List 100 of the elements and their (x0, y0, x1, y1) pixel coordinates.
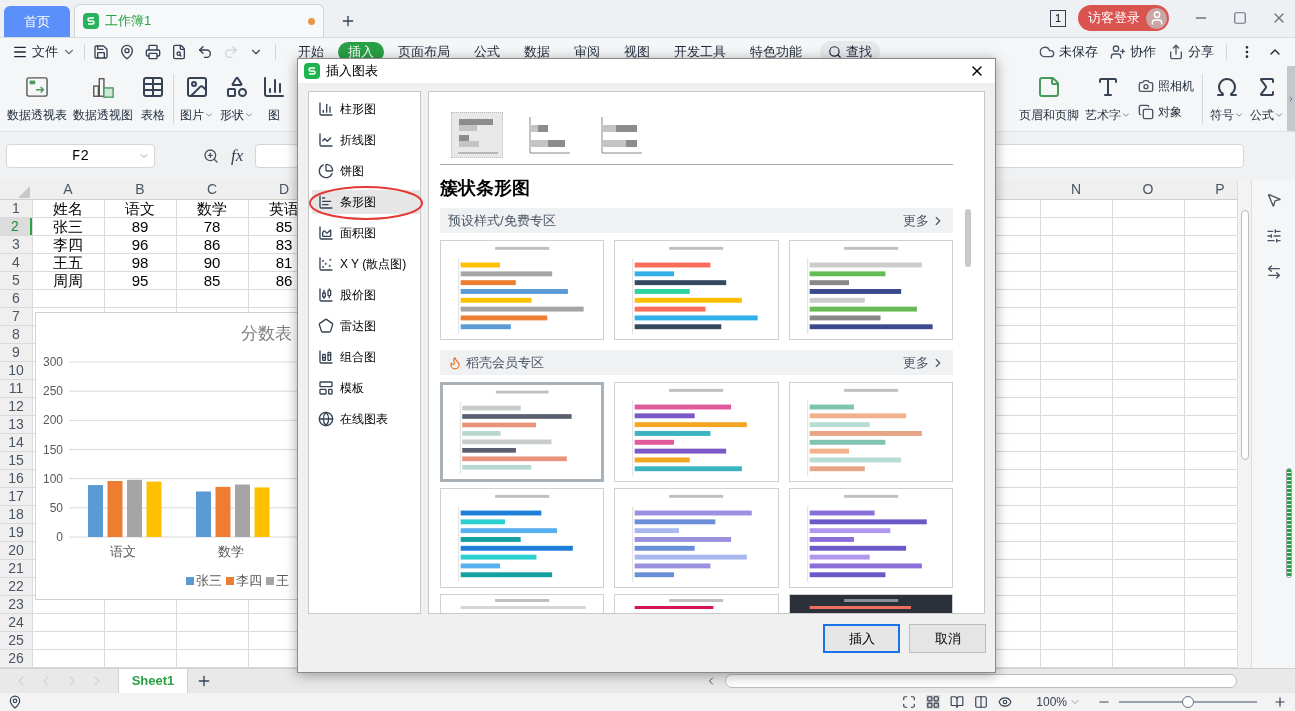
row-header[interactable]: 1 (0, 200, 32, 217)
toolbar-action[interactable]: 分享 (1168, 42, 1214, 62)
axis-tick-label: 50 (49, 500, 63, 515)
more-link[interactable]: 更多 (903, 352, 945, 373)
chart-type-item[interactable]: 折线图 (312, 128, 420, 152)
name-box[interactable]: F2 (6, 144, 155, 168)
row-header[interactable]: 8 (0, 326, 32, 343)
ribbon-tab[interactable]: 特色功能 (740, 42, 812, 62)
axis-tick-label: 150 (42, 442, 63, 457)
table-cell-text: 89 (130, 218, 150, 235)
ribbon-button[interactable]: 图片 (177, 73, 217, 124)
section-title: 预设样式/免费专区 (448, 211, 556, 230)
zoom-level[interactable]: 100% (1036, 693, 1081, 711)
ribbon-button[interactable]: 照相机 (1138, 76, 1194, 95)
ribbon-button[interactable]: 数据透视图 (70, 73, 136, 124)
section-title: 稻壳会员专区 (466, 353, 544, 372)
chart-type-item[interactable]: 条形图 (312, 190, 420, 214)
row-header[interactable]: 12 (0, 398, 32, 415)
toolbar-action[interactable]: 协作 (1110, 42, 1156, 62)
ribbon-button[interactable]: 数据透视表 (4, 73, 70, 124)
table-cell-text: 李四 (52, 236, 84, 253)
row-header[interactable]: 3 (0, 236, 32, 253)
row-header[interactable]: 17 (0, 488, 32, 505)
chart-type-item[interactable]: 柱形图 (312, 97, 420, 121)
legend-item: 王 (266, 571, 289, 591)
column-header[interactable]: O (1112, 180, 1184, 199)
login-button[interactable]: 访客登录 (1078, 5, 1169, 31)
axis-tick-label: 200 (42, 413, 63, 428)
ribbon-tab[interactable]: 公式 (464, 42, 510, 62)
row-header[interactable]: 7 (0, 308, 32, 325)
chart-type-item[interactable]: 组合图 (312, 345, 420, 369)
ribbon-tab[interactable]: 页面布局 (388, 42, 460, 62)
table-cell-text: 81 (274, 254, 294, 271)
ribbon-button[interactable]: 符号 (1207, 73, 1247, 124)
table-cell-text: 数学 (196, 200, 228, 217)
chart-type-item[interactable]: 在线图表 (312, 407, 420, 431)
row-header[interactable]: 13 (0, 416, 32, 433)
row-header[interactable]: 21 (0, 560, 32, 577)
insert-button[interactable]: 插入 (823, 624, 900, 653)
ribbon-button[interactable]: 页眉和页脚 (1016, 73, 1082, 124)
table-cell-text: 96 (130, 236, 150, 253)
cancel-button[interactable]: 取消 (909, 624, 986, 653)
column-header[interactable]: A (32, 180, 104, 199)
row-header[interactable]: 14 (0, 434, 32, 451)
row-header[interactable]: 5 (0, 272, 32, 289)
legend-item: 张三 (186, 571, 222, 591)
row-header[interactable]: 11 (0, 380, 32, 397)
axis-category-label: 语文 (110, 544, 136, 559)
row-header[interactable]: 23 (0, 596, 32, 613)
column-header[interactable]: N (1040, 180, 1112, 199)
table-cell-text: 83 (274, 236, 294, 253)
ribbon-tab[interactable]: 开始 (288, 42, 334, 62)
table-cell-text: 78 (202, 218, 222, 235)
ribbon-button[interactable]: 对象 (1138, 102, 1194, 121)
column-header[interactable]: P (1184, 180, 1237, 199)
ribbon-tab[interactable]: 审阅 (564, 42, 610, 62)
chart-heading: 簇状条形图 (440, 177, 531, 200)
row-header[interactable]: 10 (0, 362, 32, 379)
ribbon-tab[interactable]: 开发工具 (664, 42, 736, 62)
column-header[interactable]: C (176, 180, 248, 199)
toolbar-action[interactable]: 未保存 (1039, 42, 1098, 62)
axis-category-label: 数学 (218, 544, 244, 559)
more-link[interactable]: 更多 (903, 210, 945, 231)
row-header[interactable]: 22 (0, 578, 32, 595)
row-header[interactable]: 20 (0, 542, 32, 559)
page-indicator[interactable]: 1 (1049, 9, 1066, 27)
row-header[interactable]: 25 (0, 632, 32, 649)
row-header[interactable]: 6 (0, 290, 32, 307)
row-header[interactable]: 19 (0, 524, 32, 541)
file-menu[interactable]: 文件 (12, 42, 76, 62)
ribbon-button[interactable]: 形状 (217, 73, 257, 124)
chart-type-item[interactable]: 股价图 (312, 283, 420, 307)
chart-type-item[interactable]: 模板 (312, 376, 420, 400)
row-header[interactable]: 24 (0, 614, 32, 631)
table-cell-text: 张三 (52, 218, 84, 235)
dialog-title: 插入图表 (326, 62, 378, 81)
table-cell-text: 英语 (268, 200, 300, 217)
chart-type-item[interactable]: 面积图 (312, 221, 420, 245)
chart-type-item[interactable]: 雷达图 (312, 314, 420, 338)
ribbon-tab[interactable]: 数据 (514, 42, 560, 62)
row-header[interactable]: 26 (0, 650, 32, 667)
function-button[interactable]: fx (231, 143, 244, 169)
ribbon-button[interactable]: 艺术字 (1082, 73, 1134, 124)
table-cell-text: 王五 (52, 254, 84, 271)
column-header[interactable]: B (104, 180, 176, 199)
chart-type-item[interactable]: X Y (散点图) (312, 252, 420, 276)
chart-type-item[interactable]: 饼图 (312, 159, 420, 183)
ribbon-button[interactable]: 表格 (136, 73, 170, 124)
ribbon-button[interactable]: 图 (257, 73, 291, 124)
chart-title: 分数表 (241, 323, 292, 345)
axis-tick-label: 0 (56, 530, 63, 544)
row-header[interactable]: 15 (0, 452, 32, 469)
ribbon-button[interactable]: 公式 (1247, 73, 1287, 124)
table-cell-text: 98 (130, 254, 150, 271)
axis-tick-label: 250 (42, 384, 63, 399)
row-header[interactable]: 9 (0, 344, 32, 361)
row-header[interactable]: 16 (0, 470, 32, 487)
ribbon-tab[interactable]: 视图 (614, 42, 660, 62)
row-header[interactable]: 18 (0, 506, 32, 523)
row-header[interactable]: 4 (0, 254, 32, 271)
